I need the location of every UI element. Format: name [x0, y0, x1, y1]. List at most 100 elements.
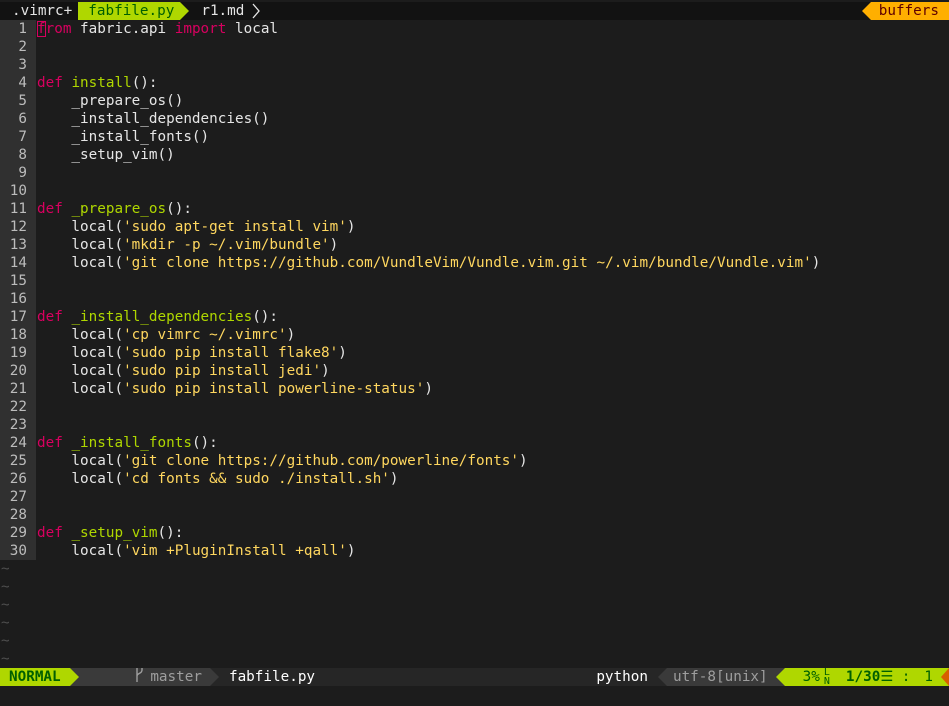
line-number: 16 [0, 290, 36, 308]
code-line[interactable]: 24 def _install_fonts(): [0, 434, 949, 452]
line-number: 1 [0, 20, 36, 38]
code-line[interactable]: 4 def install(): [0, 74, 949, 92]
code-line[interactable]: 29 def _setup_vim(): [0, 524, 949, 542]
code-token: ) [811, 255, 821, 271]
line-number: 28 [0, 506, 36, 524]
code-line[interactable]: 1 from fabric.api import local [0, 20, 949, 38]
line-number: 29 [0, 524, 36, 542]
line-number: 17 [0, 308, 36, 326]
code-line[interactable]: 30 local('vim +PluginInstall +qall') [0, 542, 949, 560]
line-content: _install_dependencies() [36, 110, 949, 128]
chevron-right-icon [250, 2, 261, 20]
git-branch: master [78, 667, 210, 686]
line-number: 9 [0, 164, 36, 182]
mode-indicator: NORMAL [0, 668, 70, 686]
line-number: 26 [0, 470, 36, 488]
code-token: ) [389, 471, 399, 487]
text-cursor: f [37, 21, 46, 37]
code-token: 'sudo pip install powerline-status' [123, 381, 425, 397]
buffers-indicator[interactable]: buffers [861, 2, 949, 20]
code-line[interactable]: 21 local('sudo pip install powerline-sta… [0, 380, 949, 398]
line-content: _prepare_os() [36, 92, 949, 110]
code-line[interactable]: 15 [0, 272, 949, 290]
code-line[interactable]: 14 local('git clone https://github.com/V… [0, 254, 949, 272]
position-value: 1/30 [845, 669, 881, 685]
code-token: _prepare_os [71, 201, 167, 217]
code-line[interactable]: 23 [0, 416, 949, 434]
status-encoding: utf-8[unix] [666, 668, 776, 686]
tab-r1-md[interactable]: r1.md [189, 2, 250, 20]
code-token: def [37, 201, 63, 217]
code-line[interactable]: 22 [0, 398, 949, 416]
code-line[interactable]: 20 local('sudo pip install jedi') [0, 362, 949, 380]
code-token: _prepare_os() [37, 93, 184, 109]
tab-separator-icon [180, 2, 190, 20]
line-content [36, 398, 949, 416]
code-line[interactable]: 7 _install_fonts() [0, 128, 949, 146]
status-percent: 3% LN [784, 668, 834, 687]
line-number: 4 [0, 74, 36, 92]
code-line[interactable]: 17 def _install_dependencies(): [0, 308, 949, 326]
code-token: 'cp vimrc ~/.vimrc' [123, 327, 287, 343]
code-line[interactable]: 19 local('sudo pip install flake8') [0, 344, 949, 362]
line-content [36, 164, 949, 182]
line-content [36, 506, 949, 524]
line-number: 25 [0, 452, 36, 470]
code-token: ) [321, 363, 330, 379]
code-token: ) [346, 543, 356, 559]
line-content [36, 488, 949, 506]
code-line[interactable]: 10 [0, 182, 949, 200]
code-token: _install_fonts() [37, 129, 210, 145]
empty-line-marker: ~ [1, 579, 10, 595]
tab-vimrc[interactable]: .vimrc+ [0, 2, 78, 20]
code-line[interactable]: 9 [0, 164, 949, 182]
code-line[interactable]: 12 local('sudo apt-get install vim') [0, 218, 949, 236]
code-line[interactable]: 2 [0, 38, 949, 56]
code-line[interactable]: 3 [0, 56, 949, 74]
code-line[interactable]: 13 local('mkdir -p ~/.vim/bundle') [0, 236, 949, 254]
line-content: local('sudo pip install powerline-status… [36, 380, 949, 398]
tabline-spacer [260, 2, 861, 20]
code-token: _install_dependencies() [37, 111, 270, 127]
code-line[interactable]: 28 [0, 506, 949, 524]
line-number: 12 [0, 218, 36, 236]
code-line[interactable]: 8 _setup_vim() [0, 146, 949, 164]
code-token: 'mkdir -p ~/.vim/bundle' [123, 237, 330, 253]
branch-icon [83, 649, 145, 706]
code-token: ) [424, 381, 433, 397]
code-line[interactable]: 25 local('git clone https://github.com/p… [0, 452, 949, 470]
code-line[interactable]: 16 [0, 290, 949, 308]
code-line[interactable]: 5 _prepare_os() [0, 92, 949, 110]
code-line[interactable]: 6 _install_dependencies() [0, 110, 949, 128]
code-token: import [174, 21, 227, 37]
line-content: def install(): [36, 74, 949, 92]
code-token: _install_dependencies [71, 309, 253, 325]
editor-buffer[interactable]: 1 from fabric.api import local 2 3 4 def inst… [0, 20, 949, 668]
line-content: _setup_vim() [36, 146, 949, 164]
status-column: 1 [916, 668, 941, 686]
line-content: local('git clone https://github.com/Vund… [36, 254, 949, 272]
line-number: 10 [0, 182, 36, 200]
code-token: 'vim +PluginInstall +qall' [123, 543, 347, 559]
buffers-separator-icon [861, 2, 871, 20]
code-line[interactable]: 27 [0, 488, 949, 506]
line-number: 6 [0, 110, 36, 128]
code-line[interactable]: 18 local('cp vimrc ~/.vimrc') [0, 326, 949, 344]
code-token: rom [45, 21, 72, 37]
tab-fabfile[interactable]: fabfile.py [78, 2, 181, 20]
line-content: local('vim +PluginInstall +qall') [36, 542, 949, 560]
code-line[interactable]: 26 local('cd fonts && sudo ./install.sh'… [0, 470, 949, 488]
line-number: 7 [0, 128, 36, 146]
code-token: local( [37, 453, 124, 469]
line-content [36, 290, 949, 308]
code-token: 'git clone https://github.com/powerline/… [123, 453, 520, 469]
line-content: local('sudo pip install flake8') [36, 344, 949, 362]
line-content [36, 38, 949, 56]
line-content: local('cd fonts && sudo ./install.sh') [36, 470, 949, 488]
line-number: 5 [0, 92, 36, 110]
buffers-label: buffers [870, 2, 949, 20]
mode-separator-icon [69, 668, 79, 686]
line-number: 21 [0, 380, 36, 398]
code-token: fabric.api [71, 21, 175, 37]
code-line[interactable]: 11 def _prepare_os(): [0, 200, 949, 218]
